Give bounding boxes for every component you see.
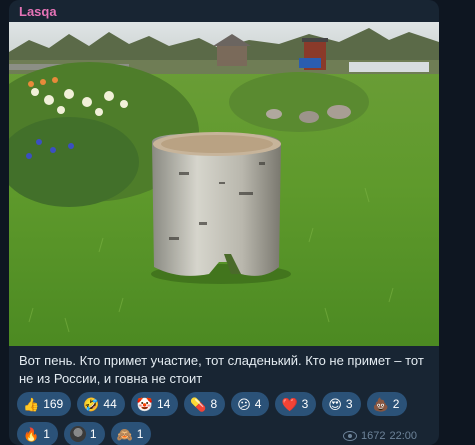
chat-scroll-strip — [439, 0, 475, 437]
reaction-heart[interactable]: ❤️ 3 — [275, 392, 317, 416]
reaction-see-no-evil[interactable]: 🙈 1 — [110, 422, 152, 445]
fire-icon: 🔥 — [23, 426, 40, 442]
reaction-count: 44 — [103, 397, 117, 411]
poop-icon: 💩 — [372, 396, 389, 412]
message-meta: 1672 22:00 — [343, 430, 417, 442]
reaction-count: 3 — [301, 397, 309, 411]
reaction-count: 14 — [156, 397, 171, 411]
reaction-poop[interactable]: 💩 2 — [366, 392, 408, 416]
message-bubble[interactable]: Lasqa Вот пень. Кто примет участие, тот … — [9, 0, 439, 445]
sender-name[interactable]: Lasqa — [19, 4, 57, 19]
reaction-count: 3 — [345, 397, 353, 411]
rofl-icon: 🤣 — [83, 396, 100, 412]
confused-face-icon: 😕 — [237, 396, 251, 412]
heart-icon: ❤️ — [281, 396, 298, 412]
reaction-rofl[interactable]: 🤣 44 — [77, 392, 125, 416]
view-count: 1672 — [361, 430, 386, 442]
reaction-heart-eyes[interactable]: 😍 3 — [322, 392, 361, 416]
clown-icon: 🤡 — [136, 396, 153, 412]
reaction-count: 169 — [43, 397, 64, 411]
reactions-row: 👍 169 🤣 44 🤡 14 💊 8 😕 4 ❤️ 3 😍 3 💩 2 — [17, 392, 437, 416]
reaction-count: 8 — [210, 397, 218, 411]
reaction-confused[interactable]: 😕 4 — [231, 392, 270, 416]
monkey-icon: 🙈 — [116, 426, 133, 442]
reaction-count: 1 — [136, 427, 144, 441]
reaction-count: 1 — [89, 427, 97, 441]
reaction-clown[interactable]: 🤡 14 — [130, 392, 179, 416]
thumbs-up-icon: 👍 — [23, 396, 40, 412]
message-caption: Вот пень. Кто примет участие, тот сладен… — [19, 353, 424, 386]
eye-icon — [343, 431, 357, 441]
reaction-count: 4 — [254, 397, 262, 411]
reaction-pill[interactable]: 💊 8 — [184, 392, 226, 416]
reaction-user-avatar[interactable]: 1 — [63, 422, 105, 445]
reaction-fire[interactable]: 🔥 1 — [17, 422, 58, 445]
reaction-count: 1 — [43, 427, 50, 441]
reaction-thumbs-up[interactable]: 👍 169 — [17, 392, 72, 416]
avatar — [69, 426, 86, 442]
reaction-count: 2 — [392, 397, 400, 411]
heart-eyes-icon: 😍 — [328, 396, 342, 412]
pill-icon: 💊 — [190, 396, 207, 412]
message-time: 22:00 — [389, 430, 418, 442]
message-photo[interactable] — [9, 22, 439, 346]
